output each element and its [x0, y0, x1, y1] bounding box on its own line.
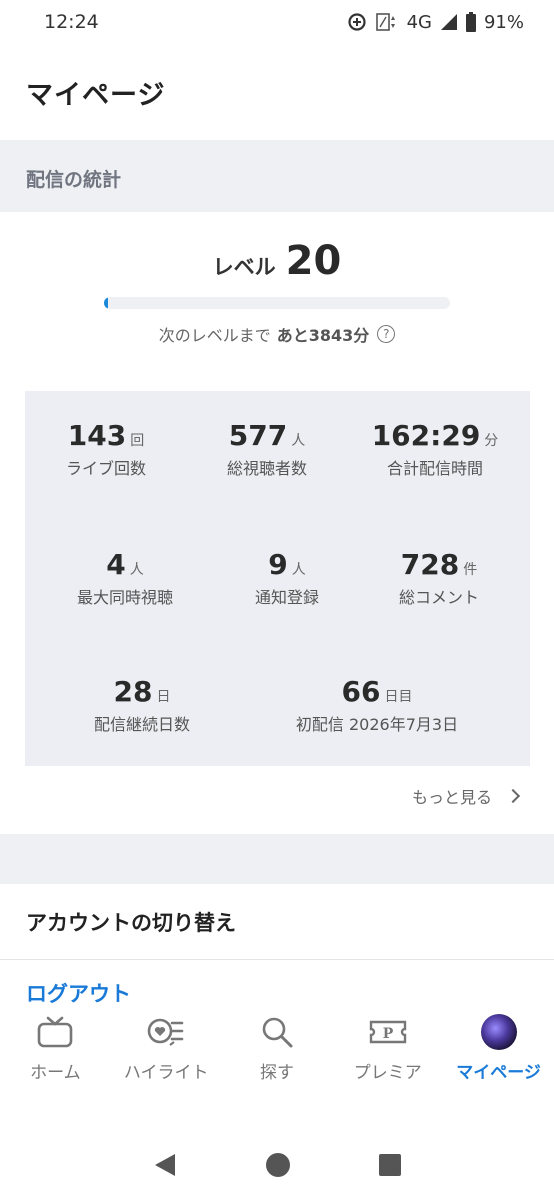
tab-home[interactable]: ホーム	[0, 1004, 111, 1096]
stat-live-count: 143 回 ライブ回数	[66, 419, 146, 479]
level-progress-bar	[104, 297, 450, 309]
stat-value: 143	[67, 419, 127, 452]
next-level-prefix: 次のレベルまで	[158, 326, 271, 345]
network-type: 4G	[406, 11, 432, 33]
tab-label: プレミア	[353, 1063, 422, 1083]
stat-label: ライブ回数	[65, 459, 147, 478]
search-icon	[257, 1014, 297, 1050]
stat-value: 162:29	[371, 419, 481, 452]
stat-unit: 人	[291, 433, 306, 449]
stat-first-stream: 66 日目 初配信 2026年7月3日	[296, 675, 458, 735]
stat-value: 9	[268, 548, 288, 581]
question-circle-icon[interactable]: ?	[377, 325, 396, 343]
stat-label: 配信継続日数	[93, 715, 191, 734]
level-display: レベル 20	[0, 238, 554, 284]
user-avatar-image	[480, 1014, 517, 1050]
status-time: 12:24	[44, 11, 99, 33]
stats-grid: 143 回 ライブ回数 577 人 総視聴者数 162:29 分 合計配信時間 4人 …	[25, 391, 530, 766]
stat-value: 4	[106, 548, 126, 581]
stat-value: 66	[341, 675, 381, 708]
recents-square-icon[interactable]	[377, 1152, 403, 1178]
see-more-label: もっと見る	[411, 788, 492, 807]
stat-unit: 分	[484, 433, 499, 449]
see-more-link[interactable]: もっと見る	[411, 784, 521, 808]
status-indicators: 4G 91%	[347, 12, 524, 33]
level-value: 20	[285, 238, 342, 284]
tab-label: マイページ	[456, 1063, 541, 1083]
battery-percent: 91%	[483, 11, 524, 33]
stat-value: 577	[228, 419, 288, 452]
stat-unit: 人	[129, 562, 144, 578]
premium-ticket-icon: P	[368, 1014, 408, 1050]
tab-label: ホーム	[30, 1063, 81, 1083]
stat-max-concurrent: 4人 最大同時視聴	[77, 548, 173, 608]
tv-icon	[35, 1014, 75, 1050]
stat-unit: 人	[291, 562, 306, 578]
stat-unit: 件	[463, 562, 478, 578]
stat-streak-days: 28 日 配信継続日数	[94, 675, 190, 735]
back-icon[interactable]	[151, 1151, 179, 1179]
next-level-info: 次のレベルまで あと3843分 ?	[0, 322, 554, 346]
level-label: レベル	[212, 255, 276, 279]
svg-text:P: P	[383, 1026, 394, 1042]
account-switch-row[interactable]: アカウントの切り替え	[0, 884, 554, 960]
tab-premium[interactable]: P プレミア	[332, 1004, 443, 1096]
stat-total-viewers: 577 人 総視聴者数	[227, 419, 307, 479]
stat-notification-subs: 9人 通知登録	[255, 548, 319, 608]
stat-label: 通知登録	[254, 588, 320, 607]
stat-label: 最大同時視聴	[76, 588, 174, 607]
battery-icon	[465, 12, 476, 32]
stat-label: 総視聴者数	[226, 459, 308, 478]
highlight-heart-icon	[146, 1014, 186, 1050]
section-divider	[0, 834, 554, 884]
stat-label: 総コメント	[398, 588, 480, 607]
tab-label: ハイライト	[123, 1063, 209, 1083]
nfc-icon	[375, 13, 395, 31]
tab-mypage[interactable]: マイページ	[443, 1004, 554, 1096]
data-saver-icon	[347, 13, 366, 31]
home-circle-icon[interactable]	[264, 1151, 292, 1179]
stat-label: 初配信 2026年7月3日	[295, 715, 459, 734]
level-progress-fill	[104, 297, 109, 309]
page-header: マイページ	[0, 44, 554, 140]
section-title: 配信の統計	[26, 168, 122, 191]
avatar	[479, 1014, 519, 1050]
stat-unit: 日目	[384, 689, 413, 705]
tab-highlight[interactable]: ハイライト	[111, 1004, 222, 1096]
bottom-tab-bar: ホーム ハイライト 探す P プレミア マイページ	[0, 1004, 554, 1096]
stat-unit: 日	[156, 689, 171, 705]
account-switch-label: アカウントの切り替え	[26, 910, 236, 935]
stat-unit: 回	[130, 433, 145, 449]
stat-total-stream-time: 162:29 分 合計配信時間	[372, 419, 499, 479]
chevron-right-icon	[505, 788, 521, 804]
status-bar: 12:24 4G 91%	[0, 0, 554, 44]
stat-total-comments: 728 件 総コメント	[399, 548, 479, 608]
page-title: マイページ	[26, 79, 166, 111]
stat-value: 728	[400, 548, 460, 581]
stat-value: 28	[113, 675, 153, 708]
system-nav-bar	[0, 1130, 554, 1200]
tab-search[interactable]: 探す	[222, 1004, 333, 1096]
next-level-remaining: あと3843分	[276, 326, 370, 345]
signal-icon	[440, 14, 457, 30]
tab-label: 探す	[259, 1063, 294, 1083]
stat-label: 合計配信時間	[386, 459, 484, 478]
stats-section-header: 配信の統計	[0, 140, 554, 212]
